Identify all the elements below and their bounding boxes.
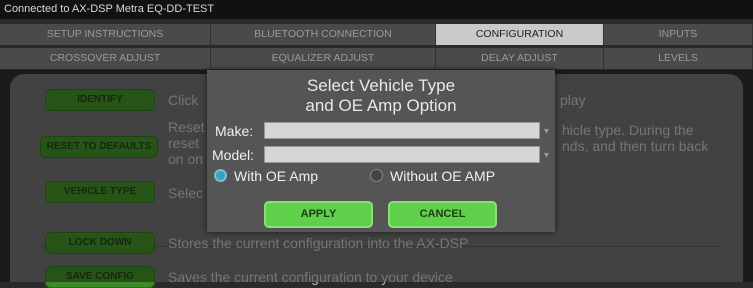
model-select[interactable]: ▾ <box>264 146 549 163</box>
tab-configuration[interactable]: CONFIGURATION <box>436 24 604 45</box>
make-dropdown-icon: ▾ <box>543 126 549 137</box>
connection-status-bar: Connected to AX-DSP Metra EQ-DD-TEST <box>0 0 753 19</box>
dialog-title-line2: and OE Amp Option <box>305 96 457 115</box>
radio-with-oe-amp[interactable]: With OE Amp <box>214 167 344 185</box>
tab-row-primary: SETUP INSTRUCTIONS BLUETOOTH CONNECTION … <box>0 24 753 45</box>
dialog-title-line1: Select Vehicle Type <box>306 76 456 95</box>
model-label: Model: <box>212 147 255 163</box>
model-dropdown-icon: ▾ <box>543 150 549 161</box>
make-label: Make: <box>215 123 254 139</box>
dialog-title: Select Vehicle Type and OE Amp Option <box>207 76 555 116</box>
radio-with-oe-amp-label: With OE Amp <box>234 168 319 184</box>
apply-button[interactable]: APPLY <box>264 201 373 228</box>
tab-setup-instructions[interactable]: SETUP INSTRUCTIONS <box>0 24 211 45</box>
tab-levels[interactable]: LEVELS <box>604 48 753 69</box>
radio-selected-icon <box>214 169 227 182</box>
radio-unselected-icon <box>370 169 383 182</box>
make-select[interactable]: ▾ <box>264 122 549 139</box>
tab-bluetooth-connection[interactable]: BLUETOOTH CONNECTION <box>211 24 436 45</box>
radio-without-oe-amp[interactable]: Without OE AMP <box>370 167 520 185</box>
tab-inputs[interactable]: INPUTS <box>604 24 753 45</box>
tab-equalizer-adjust[interactable]: EQUALIZER ADJUST <box>211 48 436 69</box>
tab-delay-adjust[interactable]: DELAY ADJUST <box>436 48 604 69</box>
cancel-button[interactable]: CANCEL <box>388 201 497 228</box>
tab-row-secondary: CROSSOVER ADJUST EQUALIZER ADJUST DELAY … <box>0 48 753 69</box>
radio-without-oe-amp-label: Without OE AMP <box>390 168 496 184</box>
tab-crossover-adjust[interactable]: CROSSOVER ADJUST <box>0 48 211 69</box>
